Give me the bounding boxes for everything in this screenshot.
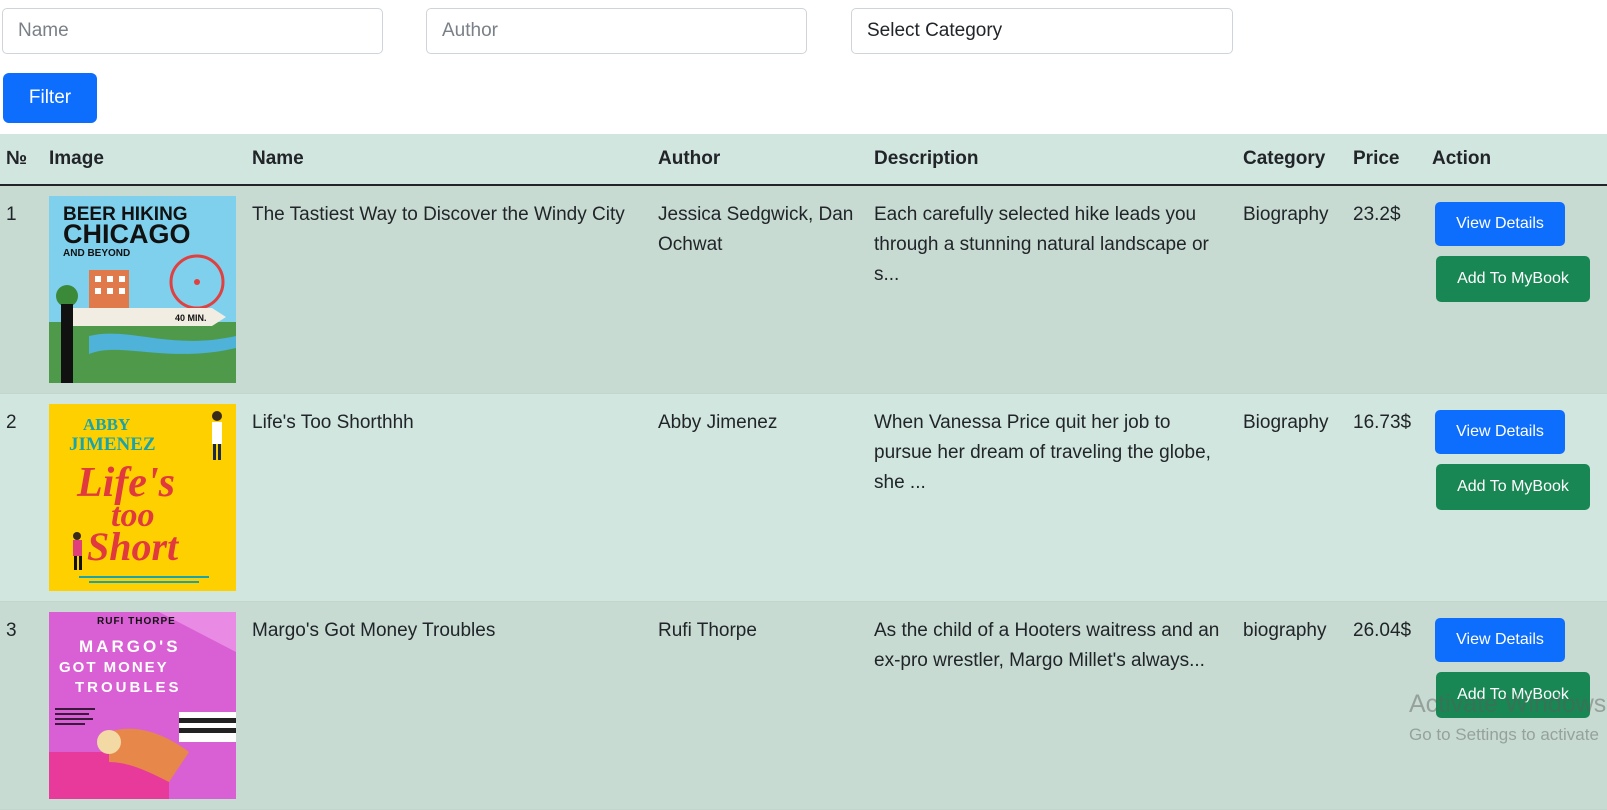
book-description: As the child of a Hooters waitress and a… (868, 601, 1237, 810)
book-price: 23.2$ (1347, 185, 1426, 394)
row-number: 2 (0, 393, 43, 602)
book-category: Biography (1237, 393, 1347, 602)
table-row: 1 BEER HIKING CHICAGO AND BEYOND 40 MIN.… (0, 185, 1607, 394)
book-name: Margo's Got Money Troubles (246, 601, 652, 810)
row-number: 3 (0, 601, 43, 810)
filter-button[interactable]: Filter (3, 73, 97, 123)
book-description: When Vanessa Price quit her job to pursu… (868, 393, 1237, 602)
header-action: Action (1426, 134, 1607, 186)
table-row: 3 RUFI THORPE MARGO'S GOT MONEY TROUBLES (0, 601, 1607, 810)
svg-text:MARGO'S: MARGO'S (79, 637, 181, 656)
action-cell: View Details Add To MyBook (1426, 601, 1607, 810)
table-header: № Image Name Author Description Category… (0, 134, 1607, 186)
book-cover-beer-hiking-chicago: BEER HIKING CHICAGO AND BEYOND 40 MIN. (49, 196, 236, 383)
book-author: Abby Jimenez (652, 393, 868, 602)
book-price: 16.73$ (1347, 393, 1426, 602)
header-name: Name (246, 134, 652, 186)
header-image: Image (43, 134, 246, 186)
svg-text:AND BEYOND: AND BEYOND (63, 248, 130, 259)
header-number: № (0, 134, 43, 186)
book-name: Life's Too Shorthhh (246, 393, 652, 602)
book-category: biography (1237, 601, 1347, 810)
image-cell: BEER HIKING CHICAGO AND BEYOND 40 MIN. (43, 185, 246, 394)
name-filter-field[interactable] (2, 8, 383, 54)
book-price: 26.04$ (1347, 601, 1426, 810)
header-row: № Image Name Author Description Category… (0, 134, 1607, 186)
action-cell: View Details Add To MyBook (1426, 393, 1607, 602)
header-price: Price (1347, 134, 1426, 186)
name-filter-input[interactable] (3, 9, 382, 53)
category-select-value: Select Category (867, 20, 1003, 41)
add-to-mybook-button[interactable]: Add To MyBook (1436, 464, 1590, 510)
book-author: Jessica Sedgwick, Dan Ochwat (652, 185, 868, 394)
svg-text:40 MIN.: 40 MIN. (175, 313, 207, 323)
svg-text:RUFI THORPE: RUFI THORPE (97, 616, 176, 627)
header-description: Description (868, 134, 1237, 186)
action-cell: View Details Add To MyBook (1426, 185, 1607, 394)
book-cover-margos-got-money-troubles: RUFI THORPE MARGO'S GOT MONEY TROUBLES (49, 612, 236, 799)
author-filter-input[interactable] (427, 9, 806, 53)
row-number: 1 (0, 185, 43, 394)
view-details-button[interactable]: View Details (1435, 618, 1565, 662)
image-cell: RUFI THORPE MARGO'S GOT MONEY TROUBLES (43, 601, 246, 810)
image-cell: ABBY JIMENEZ Life's too Short (43, 393, 246, 602)
author-filter-field[interactable] (426, 8, 807, 54)
svg-text:Short: Short (87, 524, 180, 569)
svg-text:ABBY: ABBY (83, 415, 130, 434)
header-author: Author (652, 134, 868, 186)
add-to-mybook-button[interactable]: Add To MyBook (1436, 256, 1590, 302)
filter-bar: Select Category (1, 8, 1241, 56)
svg-text:GOT MONEY: GOT MONEY (59, 659, 169, 676)
books-table: № Image Name Author Description Category… (0, 134, 1607, 810)
category-select[interactable]: Select Category (851, 8, 1233, 54)
book-author: Rufi Thorpe (652, 601, 868, 810)
svg-text:CHICAGO: CHICAGO (63, 219, 191, 249)
book-cover-lifes-too-short: ABBY JIMENEZ Life's too Short (49, 404, 236, 591)
book-name: The Tastiest Way to Discover the Windy C… (246, 185, 652, 394)
view-details-button[interactable]: View Details (1435, 202, 1565, 246)
table-row: 2 ABBY JIMENEZ Life's too Short Life's T… (0, 393, 1607, 602)
svg-text:JIMENEZ: JIMENEZ (69, 434, 156, 455)
view-details-button[interactable]: View Details (1435, 410, 1565, 454)
add-to-mybook-button[interactable]: Add To MyBook (1436, 672, 1590, 718)
book-category: Biography (1237, 185, 1347, 394)
svg-text:TROUBLES: TROUBLES (75, 679, 182, 696)
book-description: Each carefully selected hike leads you t… (868, 185, 1237, 394)
header-category: Category (1237, 134, 1347, 186)
